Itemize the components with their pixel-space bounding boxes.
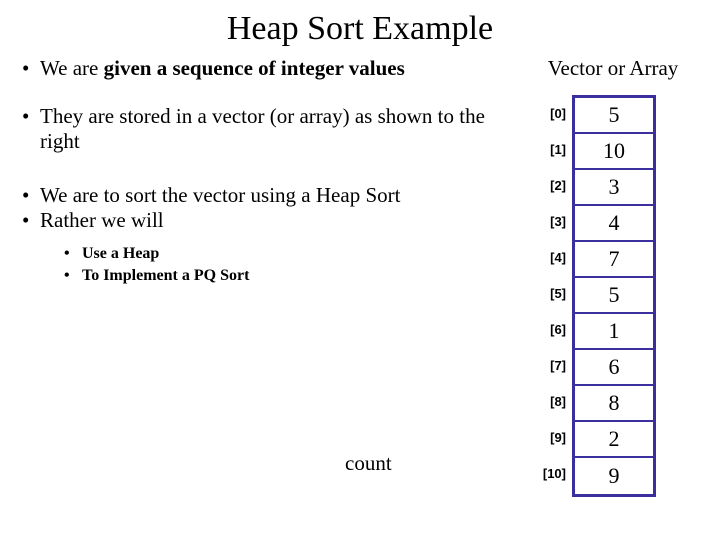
array-index: [3] [540, 203, 572, 239]
array-value: 10 [575, 134, 653, 170]
array-index: [5] [540, 275, 572, 311]
array-table: [0] [1] [2] [3] [4] [5] [6] [7] [8] [9] … [500, 95, 710, 497]
array-value: 5 [575, 278, 653, 314]
array-index: [7] [540, 347, 572, 383]
array-index: [2] [540, 167, 572, 203]
bullet-marker: • [18, 208, 40, 234]
array-value: 8 [575, 386, 653, 422]
array-value: 7 [575, 242, 653, 278]
array-index: [10] [540, 455, 572, 491]
array-value-column: 5 10 3 4 7 5 1 6 8 2 9 [572, 95, 656, 497]
array-value: 5 [575, 98, 653, 134]
bullet-text: They are stored in a vector (or array) a… [40, 104, 488, 155]
bullet-list: • We are given a sequence of integer val… [18, 56, 488, 287]
array-index-column: [0] [1] [2] [3] [4] [5] [6] [7] [8] [9] … [540, 95, 572, 491]
bullet-text: We are given a sequence of integer value… [40, 56, 488, 82]
array-value: 1 [575, 314, 653, 350]
slide-title: Heap Sort Example [0, 0, 720, 56]
array-value: 4 [575, 206, 653, 242]
array-caption: Vector or Array [500, 56, 710, 81]
bullet-marker: • [18, 183, 40, 209]
array-index: [6] [540, 311, 572, 347]
array-value: 2 [575, 422, 653, 458]
array-value: 9 [575, 458, 653, 494]
sub-bullet-list: • Use a Heap • To Implement a PQ Sort [64, 244, 488, 285]
bullet-text-part: We are [40, 56, 104, 80]
sub-bullet-text: To Implement a PQ Sort [82, 266, 249, 286]
bullet-text-bold: given a sequence of integer values [104, 56, 405, 80]
array-value: 3 [575, 170, 653, 206]
bullet-item: • Rather we will [18, 208, 488, 234]
array-index: [4] [540, 239, 572, 275]
sub-bullet-item: • To Implement a PQ Sort [64, 266, 488, 286]
array-index: [9] [540, 419, 572, 455]
bullet-item: • We are given a sequence of integer val… [18, 56, 488, 82]
array-index: [1] [540, 131, 572, 167]
array-value: 6 [575, 350, 653, 386]
sub-bullet-item: • Use a Heap [64, 244, 488, 264]
bullet-text: Rather we will [40, 208, 488, 234]
bullet-item: • We are to sort the vector using a Heap… [18, 183, 488, 209]
bullet-text: We are to sort the vector using a Heap S… [40, 183, 488, 209]
bullet-marker: • [18, 56, 40, 82]
bullet-marker: • [64, 244, 82, 264]
count-label: count [345, 451, 392, 476]
array-diagram: Vector or Array [0] [1] [2] [3] [4] [5] … [500, 56, 710, 497]
bullet-marker: • [64, 266, 82, 286]
sub-bullet-text: Use a Heap [82, 244, 159, 264]
bullet-item: • They are stored in a vector (or array)… [18, 104, 488, 155]
array-index: [0] [540, 95, 572, 131]
array-index: [8] [540, 383, 572, 419]
bullet-marker: • [18, 104, 40, 130]
